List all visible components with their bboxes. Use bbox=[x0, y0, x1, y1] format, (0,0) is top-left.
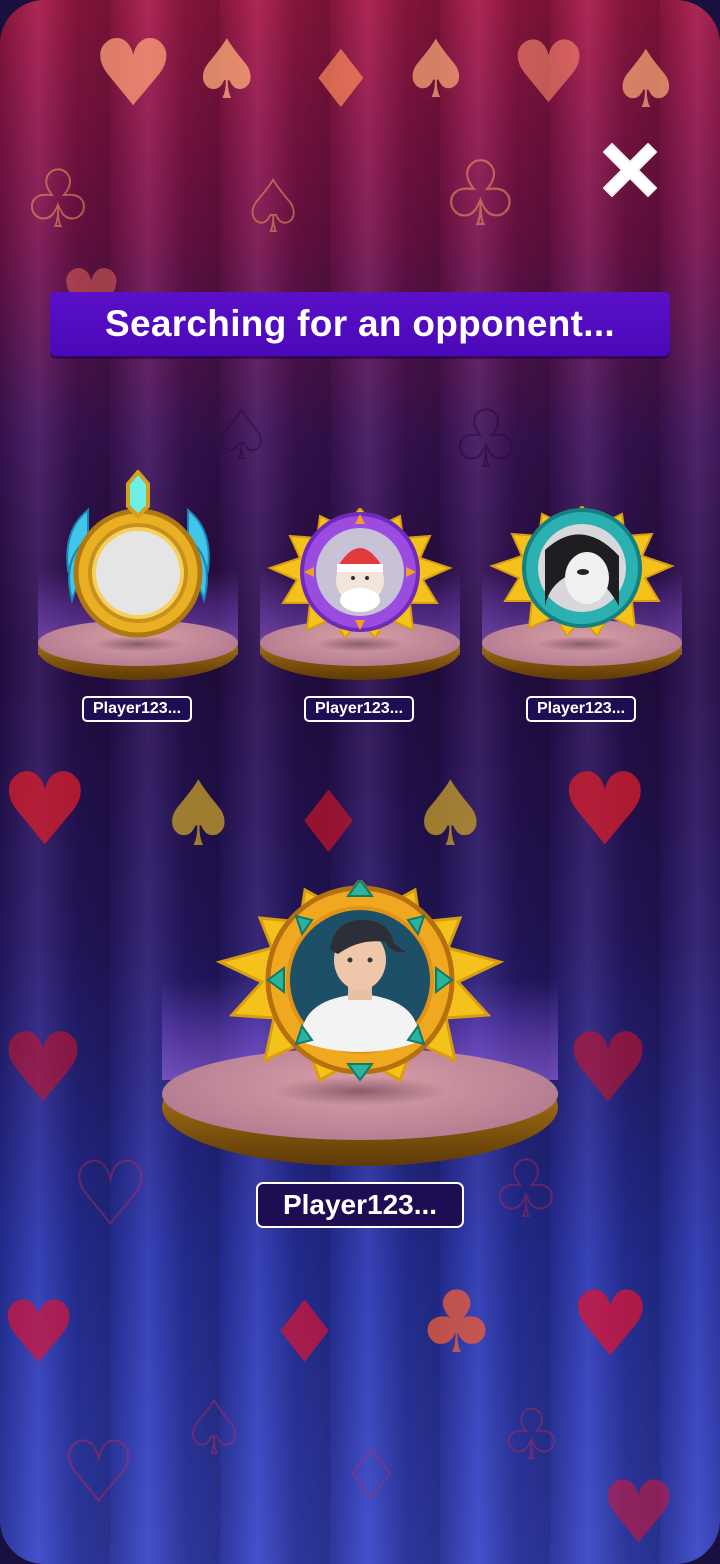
club-icon: ♧ bbox=[22, 153, 94, 246]
close-button[interactable] bbox=[600, 140, 660, 200]
opponent-name-tag: Player123... bbox=[82, 696, 192, 722]
heart-icon: ♡ bbox=[60, 1423, 138, 1523]
club-icon: ♧ bbox=[440, 142, 521, 247]
matchmaking-screen: ♥ ♠ ♦ ♠ ♥ ♠ ♧ ♤ ♧ ♥ ♤ ♧ ♥ ♠ ♦ ♠ ♥ ♥ ♥ ♡ … bbox=[0, 0, 720, 1564]
player-name-tag: Player123... bbox=[256, 1182, 464, 1228]
gold-sunburst-frame bbox=[215, 880, 505, 1083]
spade-icon: ♠ bbox=[158, 762, 239, 867]
spade-icon: ♤ bbox=[180, 1383, 249, 1472]
card-suit-background: ♥ ♠ ♦ ♠ ♥ ♠ ♧ ♤ ♧ ♥ ♤ ♧ ♥ ♠ ♦ ♠ ♥ ♥ ♥ ♡ … bbox=[0, 0, 720, 1564]
heart-icon: ♥ bbox=[570, 1272, 651, 1377]
opponent-slot-3: Player123... bbox=[482, 470, 682, 730]
opponent-slot-1: Player123... bbox=[38, 470, 238, 730]
page-title: Searching for an opponent... bbox=[105, 303, 615, 344]
empty-avatar bbox=[96, 531, 180, 615]
player-slot: Player123... bbox=[162, 870, 558, 1240]
spade-icon: ♠ bbox=[190, 23, 264, 118]
heart-icon: ♥ bbox=[560, 751, 650, 868]
heart-icon: ♡ bbox=[70, 1142, 151, 1247]
teal-sunburst-frame bbox=[489, 506, 675, 636]
pedestal-shadow bbox=[537, 636, 627, 652]
heart-icon: ♥ bbox=[510, 23, 588, 123]
purple-sunburst-frame bbox=[267, 508, 453, 638]
heart-icon: ♥ bbox=[92, 20, 175, 127]
diamond-icon: ♦ bbox=[290, 773, 368, 873]
heart-icon: ♥ bbox=[0, 751, 90, 868]
diamond-icon: ♦ bbox=[305, 33, 377, 126]
opponent-name-tag: Player123... bbox=[526, 696, 636, 722]
spade-icon: ♠ bbox=[410, 762, 491, 867]
gold-wings-crystal-frame bbox=[66, 470, 210, 638]
spade-icon: ♠ bbox=[610, 33, 682, 126]
heart-icon: ♥ bbox=[0, 1283, 78, 1383]
diamond-icon: ♦ bbox=[266, 1283, 344, 1383]
heart-icon: ♥ bbox=[565, 1012, 652, 1124]
club-icon: ♧ bbox=[450, 393, 522, 486]
heart-icon: ♥ bbox=[600, 1463, 678, 1563]
spade-icon: ♤ bbox=[240, 164, 307, 250]
pedestal-shadow bbox=[315, 636, 405, 652]
opponent-name-tag: Player123... bbox=[304, 696, 414, 722]
club-icon: ♧ bbox=[500, 1394, 563, 1476]
heart-icon: ♥ bbox=[0, 1012, 87, 1124]
diamond-icon: ♢ bbox=[340, 1434, 403, 1516]
title-banner: Searching for an opponent... bbox=[50, 292, 670, 356]
spade-icon: ♤ bbox=[210, 394, 273, 476]
opponent-slot-2: Player123... bbox=[260, 470, 460, 730]
club-icon: ♣ bbox=[418, 1273, 496, 1373]
close-icon bbox=[603, 143, 657, 197]
spade-icon: ♠ bbox=[400, 23, 472, 116]
